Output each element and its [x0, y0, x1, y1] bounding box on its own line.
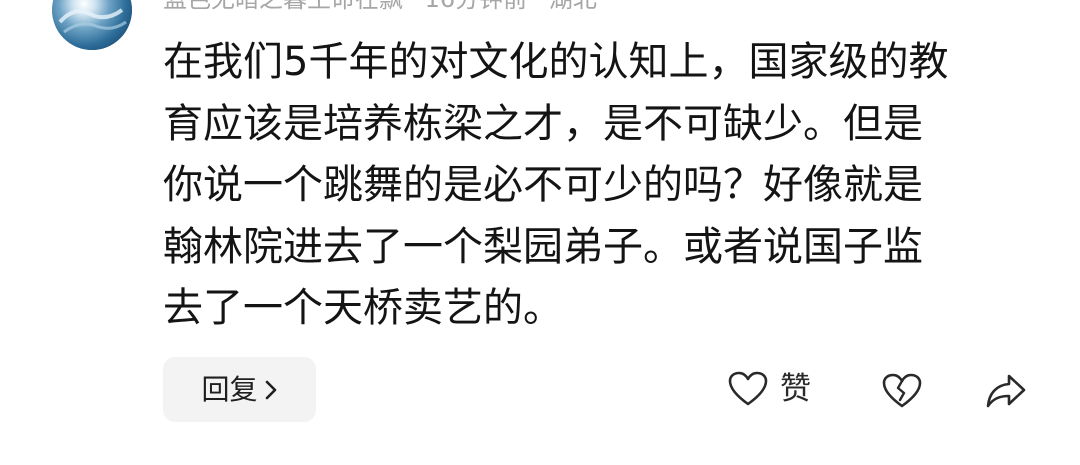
comment-line: 在我们5千年的对文化的认知上，国家级的教	[163, 39, 949, 85]
heart-outline-icon	[728, 371, 768, 406]
reply-label: 回复	[201, 372, 258, 406]
username[interactable]: 蓝色无暗之暮王命在飘	[163, 0, 403, 13]
avatar[interactable]	[52, 0, 132, 50]
comment-line: 你说一个跳舞的是必不可少的吗？好像就是	[163, 162, 923, 208]
location: 湖北	[549, 0, 597, 13]
like-label: 赞	[780, 370, 811, 407]
comment-line: 翰林院进去了一个梨园弟子。或者说国子监	[163, 223, 923, 270]
chevron-right-icon	[265, 380, 276, 399]
comment-meta: 蓝色无暗之暮王命在飘 16分钟前 湖北	[163, 0, 611, 11]
reply-button[interactable]: 回复	[163, 357, 316, 422]
comment-item: 蓝色无暗之暮王命在飘 16分钟前 湖北 在我们5千年的对文化的认知上，国家级的教…	[0, 0, 1080, 465]
comment-line: 去了一个天桥卖艺的。	[163, 285, 563, 331]
comment-text: 在我们5千年的对文化的认知上，国家级的教 育应该是培养栋梁之才，是不可缺少。但是…	[163, 32, 1033, 340]
dislike-button[interactable]	[882, 368, 922, 414]
share-button[interactable]	[985, 368, 1027, 414]
share-arrow-icon	[986, 374, 1026, 408]
like-button[interactable]: 赞	[728, 366, 811, 412]
comment-line: 育应该是培养栋梁之才，是不可缺少。但是	[163, 100, 923, 147]
timestamp: 16分钟前	[425, 0, 528, 13]
wave-avatar-icon	[52, 0, 132, 50]
broken-heart-icon	[882, 373, 922, 408]
